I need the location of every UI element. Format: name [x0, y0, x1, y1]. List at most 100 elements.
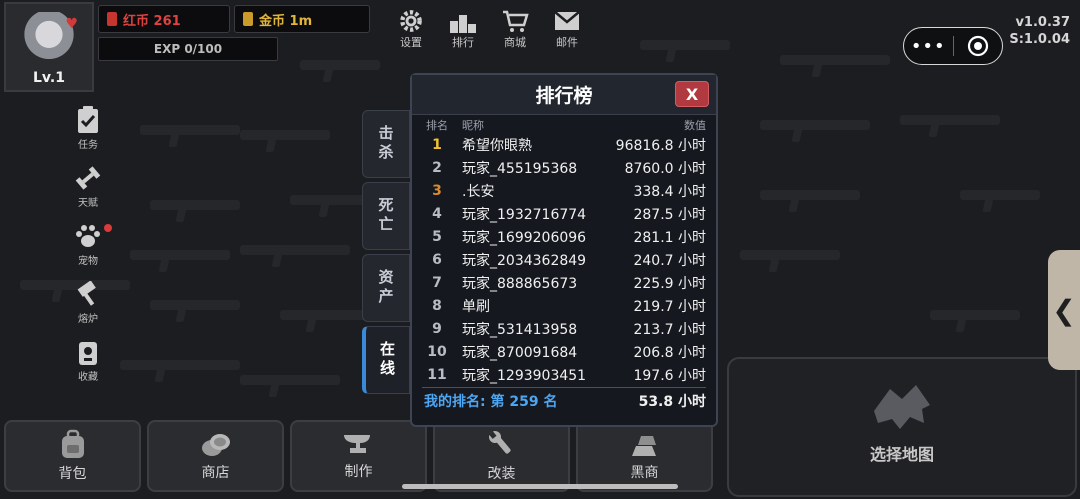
table-row: 6 玩家_2034362849 240.7 小时 — [422, 248, 706, 271]
player-name: 玩家_1699206096 — [462, 229, 587, 246]
mail-label: 邮件 — [556, 36, 578, 49]
table-row: 4 玩家_1932716774 287.5 小时 — [422, 202, 706, 225]
coins-icon — [201, 434, 230, 456]
red-coin-display: 红币 261 — [98, 5, 230, 33]
player-name: 玩家_2034362849 — [462, 252, 587, 269]
table-row: 8 单刷 219.7 小时 — [422, 294, 706, 317]
online-hours: 240.7 小时 — [633, 252, 706, 269]
player-name: 单刷 — [462, 298, 490, 315]
gold-coin-display: 金币 1m — [234, 5, 370, 33]
rank-number: 1 — [432, 136, 442, 153]
tab-online[interactable]: 在线 — [362, 326, 410, 394]
heart-icon: ♥ — [65, 16, 78, 32]
paw-icon — [66, 220, 110, 252]
table-row: 10 玩家_870091684 206.8 小时 — [422, 340, 706, 363]
close-button[interactable]: X — [675, 81, 709, 107]
pet-label: 宠物 — [78, 256, 98, 267]
backpack-button[interactable]: 背包 — [4, 420, 141, 492]
black-market-button[interactable]: 黑商 — [576, 420, 713, 492]
home-indicator[interactable] — [402, 484, 678, 489]
cart-icon — [494, 8, 536, 34]
tasks-label: 任务 — [78, 140, 98, 151]
hammer-icon — [66, 278, 110, 310]
client-version: v1.0.37 — [1015, 15, 1070, 30]
online-hours: 281.1 小时 — [633, 229, 706, 246]
rank-number: 11 — [427, 366, 447, 383]
my-rank-label: 我的排名: 第 259 名 — [424, 393, 558, 410]
shop-label: 商店 — [201, 465, 230, 481]
tasks-button[interactable]: 任务 — [66, 104, 110, 162]
shop-button[interactable]: 商店 — [147, 420, 284, 492]
craft-label: 制作 — [344, 464, 373, 480]
mail-button[interactable]: 邮件 — [546, 8, 588, 50]
dialog-title: 排行榜 — [535, 85, 593, 107]
mall-button[interactable]: 商城 — [494, 8, 536, 50]
table-row: 1 希望你眼熟 96816.8 小时 — [422, 133, 706, 156]
tab-kills[interactable]: 击杀 — [362, 110, 410, 178]
online-hours: 338.4 小时 — [633, 183, 706, 200]
player-name: 玩家_1293903451 — [462, 367, 587, 384]
rank-number: 4 — [432, 205, 442, 222]
mail-icon — [546, 8, 588, 34]
expand-handle[interactable]: ❮ — [1048, 250, 1080, 370]
gold-bars-icon — [631, 436, 656, 456]
table-row: 3 .长安 338.4 小时 — [422, 179, 706, 202]
ranking-button[interactable]: 排行 — [442, 8, 484, 50]
table-row: 5 玩家_1699206096 281.1 小时 — [422, 225, 706, 248]
gold-coin-icon — [243, 12, 253, 26]
leaderboard-column-headers: 排名 昵称 数值 — [412, 117, 716, 133]
talent-button[interactable]: 天赋 — [66, 162, 110, 220]
tab-assets[interactable]: 资产 — [362, 254, 410, 322]
server-version: S:1.0.04 — [1009, 32, 1070, 47]
rank-number: 10 — [427, 343, 447, 360]
rank-number: 5 — [432, 228, 442, 245]
player-name: 希望你眼熟 — [462, 137, 532, 154]
player-name: 玩家_531413958 — [462, 321, 578, 338]
clipboard-icon — [66, 104, 110, 136]
more-options-button[interactable]: ••• — [904, 36, 953, 57]
player-name: 玩家_870091684 — [462, 344, 578, 361]
close-icon: X — [685, 84, 699, 104]
table-row: 7 玩家_888865673 225.9 小时 — [422, 271, 706, 294]
craft-button[interactable]: 制作 — [290, 420, 427, 492]
pet-button[interactable]: 宠物 — [66, 220, 112, 278]
wrench-icon — [488, 431, 511, 454]
version-info: v1.0.37 S:1.0.04 — [1009, 14, 1070, 48]
mini-program-capsule: ••• — [903, 27, 1003, 65]
player-name: 玩家_888865673 — [462, 275, 578, 292]
modify-button[interactable]: 改装 — [433, 420, 570, 492]
online-hours: 8760.0 小时 — [624, 160, 706, 177]
furnace-button[interactable]: 熔炉 — [66, 278, 110, 336]
online-hours: 96816.8 小时 — [615, 137, 706, 154]
podium-icon — [442, 8, 484, 34]
mall-label: 商城 — [504, 36, 526, 49]
online-hours: 197.6 小时 — [633, 367, 706, 384]
settings-button[interactable]: 设置 — [390, 8, 432, 50]
dialog-header: 排行榜 X — [412, 75, 716, 115]
player-level: Lv.1 — [33, 70, 65, 86]
dumbbell-icon — [66, 162, 110, 194]
anvil-icon — [343, 435, 370, 453]
talent-label: 天赋 — [78, 198, 98, 209]
leaderboard-dialog: 排行榜 X 排名 昵称 数值 1 希望你眼熟 96816.8 小时 2 玩家_4… — [410, 73, 718, 427]
online-hours: 287.5 小时 — [633, 206, 706, 223]
rank-number: 9 — [432, 320, 442, 337]
exp-label: EXP 0/100 — [153, 42, 223, 56]
collection-icon — [66, 336, 110, 368]
map-icon — [874, 385, 930, 429]
close-program-button[interactable] — [954, 35, 1003, 57]
value-column-header: 数值 — [684, 119, 706, 132]
player-avatar[interactable]: ♥ Lv.1 — [4, 2, 94, 92]
leaderboard-list: 1 希望你眼熟 96816.8 小时 2 玩家_455195368 8760.0… — [412, 133, 716, 386]
ranking-label: 排行 — [452, 36, 474, 49]
modify-label: 改装 — [487, 466, 516, 482]
notification-dot — [104, 224, 112, 232]
chevron-left-icon: ❮ — [1052, 293, 1076, 327]
online-hours: 206.8 小时 — [633, 344, 706, 361]
backpack-label: 背包 — [58, 466, 87, 482]
red-coin-icon — [107, 12, 117, 26]
select-map-button[interactable]: 选择地图 — [727, 357, 1077, 497]
leaderboard-tabs: 击杀 死亡 资产 在线 — [362, 110, 412, 398]
collection-button[interactable]: 收藏 — [66, 336, 110, 394]
tab-deaths[interactable]: 死亡 — [362, 182, 410, 250]
